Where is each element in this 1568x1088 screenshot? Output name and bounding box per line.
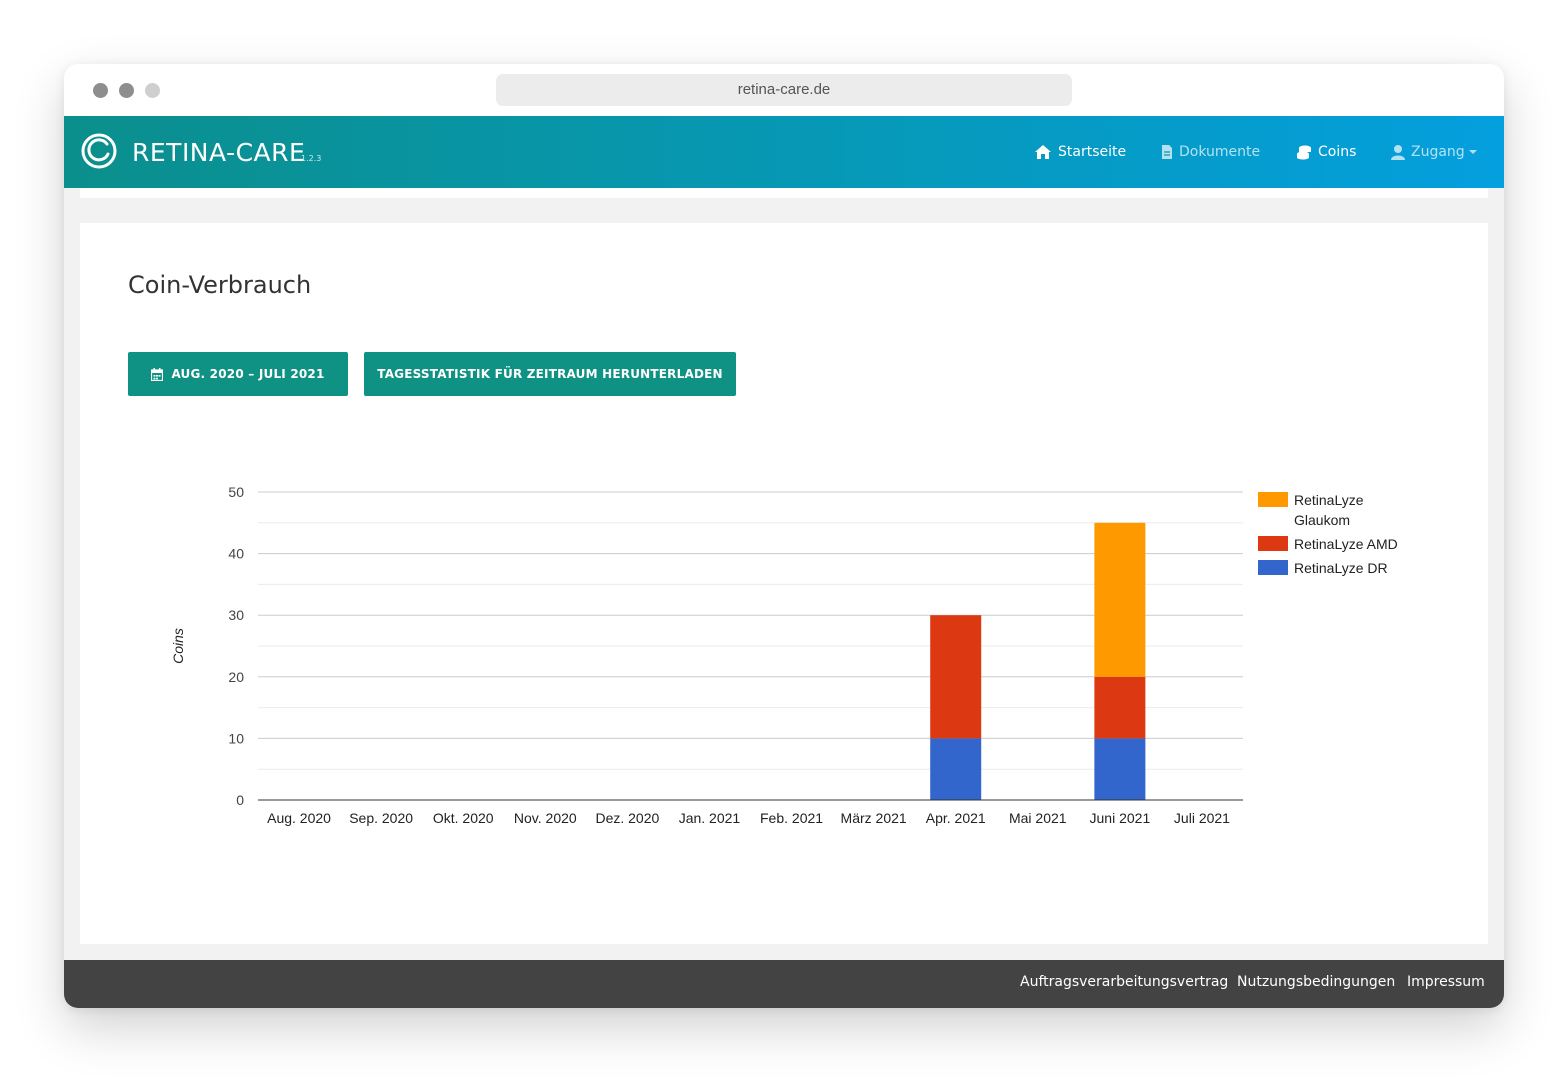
y-axis-title: Coins [170,628,186,664]
x-tick-label: Juli 2021 [1174,810,1230,826]
bar-segment [930,738,982,800]
version-label: 1.2.3 [301,154,322,163]
brand-name[interactable]: RETINA-CARE [132,138,305,167]
nav-startseite-label: Startseite [1058,144,1127,160]
x-tick-label: März 2021 [841,810,907,826]
y-tick-label: 10 [228,730,244,746]
address-bar[interactable]: retina-care.de [496,74,1072,106]
nav-dokumente-label: Dokumente [1179,144,1261,160]
x-tick-label: Mai 2021 [1009,810,1067,826]
x-tick-label: Feb. 2021 [760,810,823,826]
document-icon [1162,145,1172,159]
footer-link-nutzungsbedingungen[interactable]: Nutzungsbedingungen [1237,974,1395,990]
browser-window: retina-care.de RETINA-CARE 1.2.3 Startse… [64,64,1504,1008]
x-tick-label: Nov. 2020 [514,810,577,826]
legend-swatch [1258,560,1288,575]
legend-label: Glaukom [1294,512,1350,528]
y-tick-label: 0 [236,792,244,808]
x-tick-label: Jan. 2021 [679,810,741,826]
nav-coins-label: Coins [1318,144,1357,160]
bar-segment [1094,676,1146,739]
bar-segment [930,615,982,739]
content-top-strip [80,188,1488,198]
x-tick-label: Apr. 2021 [926,810,986,826]
legend-swatch [1258,492,1288,507]
nav-zugang-dropdown[interactable]: Zugang [1391,142,1478,162]
y-tick-label: 30 [228,607,244,623]
coin-usage-chart: 0 10 20 30 40 50 Coins Aug. 2020 Sep. 2020 Okt. 2… [170,484,1398,826]
top-navbar: RETINA-CARE 1.2.3 Startseite Dokumente C… [64,116,1504,188]
y-tick-label: 40 [228,546,244,562]
legend-label: RetinaLyze AMD [1294,536,1398,552]
bar-segment [1094,738,1146,800]
footer-link-auftragsverarbeitungsvertrag[interactable]: Auftragsverarbeitungsvertrag [1020,974,1228,990]
home-icon [1035,145,1051,159]
x-tick-label: Dez. 2020 [595,810,659,826]
x-tick-label: Juni 2021 [1090,810,1151,826]
nav-zugang-label: Zugang [1411,144,1465,160]
user-icon [1391,145,1405,160]
y-tick-label: 20 [228,669,244,685]
coin-usage-card: Coin-Verbrauch AUG. 2020 – JULI 2021 TAG… [80,223,1488,944]
close-window-button[interactable] [93,83,108,98]
coins-icon [1297,145,1311,160]
y-tick-label: 50 [228,484,244,500]
nav-coins[interactable]: Coins [1296,142,1356,162]
maximize-window-button[interactable] [145,83,160,98]
browser-titlebar: retina-care.de [64,64,1504,116]
bar-segment [1094,522,1146,677]
caret-down-icon [1468,150,1477,154]
x-tick-label: Okt. 2020 [433,810,494,826]
footer: Auftragsverarbeitungsvertrag Nutzungsbed… [64,960,1504,1008]
legend-swatch [1258,536,1288,551]
legend-label: RetinaLyze [1294,492,1364,508]
minimize-window-button[interactable] [119,83,134,98]
nav-startseite[interactable]: Startseite [1034,142,1126,162]
retina-care-logo-icon[interactable] [80,132,118,170]
legend-label: RetinaLyze DR [1294,560,1388,576]
x-tick-label: Sep. 2020 [349,810,413,826]
x-tick-label: Aug. 2020 [267,810,331,826]
footer-link-impressum[interactable]: Impressum [1407,974,1485,990]
nav-dokumente[interactable]: Dokumente [1161,142,1260,162]
